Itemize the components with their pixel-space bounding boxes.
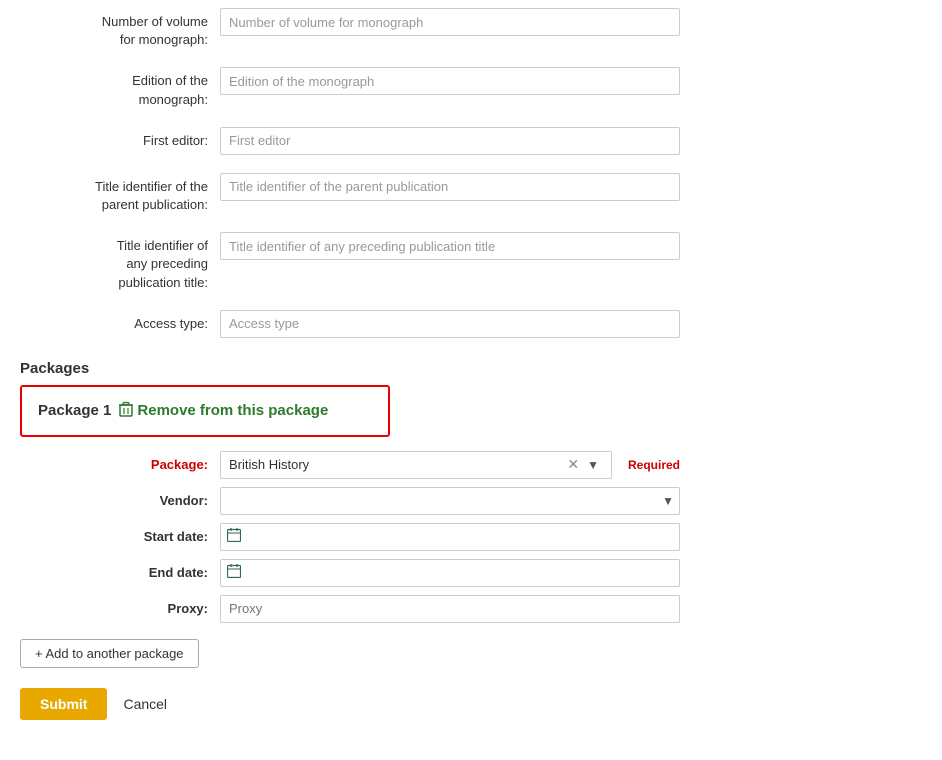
package-dropdown-button[interactable]: ▼ [583,458,603,472]
package-box-label: Package 1 [38,402,111,419]
add-package-button[interactable]: + Add to another package [20,639,199,668]
end-date-calendar-icon[interactable] [227,564,241,581]
start-date-wrapper [220,523,680,551]
access-type-label: Access type: [20,310,220,333]
remove-package-label: Remove from this package [137,402,328,419]
package-clear-button[interactable]: ✕ [565,456,581,473]
edition-input[interactable] [220,67,680,95]
vendor-select[interactable] [220,487,680,515]
title-preceding-label: Title identifier ofany precedingpublicat… [20,232,220,292]
start-date-label: Start date: [20,529,220,544]
vendor-field-label: Vendor: [20,493,220,508]
number-of-volume-label: Number of volumefor monograph: [20,8,220,49]
end-date-label: End date: [20,565,220,580]
title-parent-label: Title identifier of theparent publicatio… [20,173,220,214]
first-editor-input[interactable] [220,127,680,155]
cancel-button[interactable]: Cancel [123,696,167,712]
start-date-calendar-icon[interactable] [227,528,241,545]
remove-package-button[interactable]: Remove from this package [119,401,328,421]
title-preceding-input[interactable] [220,232,680,260]
proxy-label: Proxy: [20,601,220,616]
package-selected-value: British History [229,457,309,472]
packages-section-title: Packages [20,348,922,385]
number-of-volume-input[interactable] [220,8,680,36]
required-badge: Required [628,458,680,472]
first-editor-label: First editor: [20,127,220,150]
submit-button[interactable]: Submit [20,688,107,720]
proxy-input[interactable] [220,595,680,623]
access-type-input[interactable] [220,310,680,338]
package-box: Package 1 Remove from this package [20,385,390,437]
title-parent-input[interactable] [220,173,680,201]
package-field-label: Package: [20,457,220,472]
end-date-wrapper [220,559,680,587]
start-date-input[interactable] [247,529,673,544]
end-date-input[interactable] [247,565,673,580]
package-select[interactable]: British History ✕ ▼ [220,451,612,479]
trash-icon [119,401,133,421]
edition-label: Edition of themonograph: [20,67,220,108]
